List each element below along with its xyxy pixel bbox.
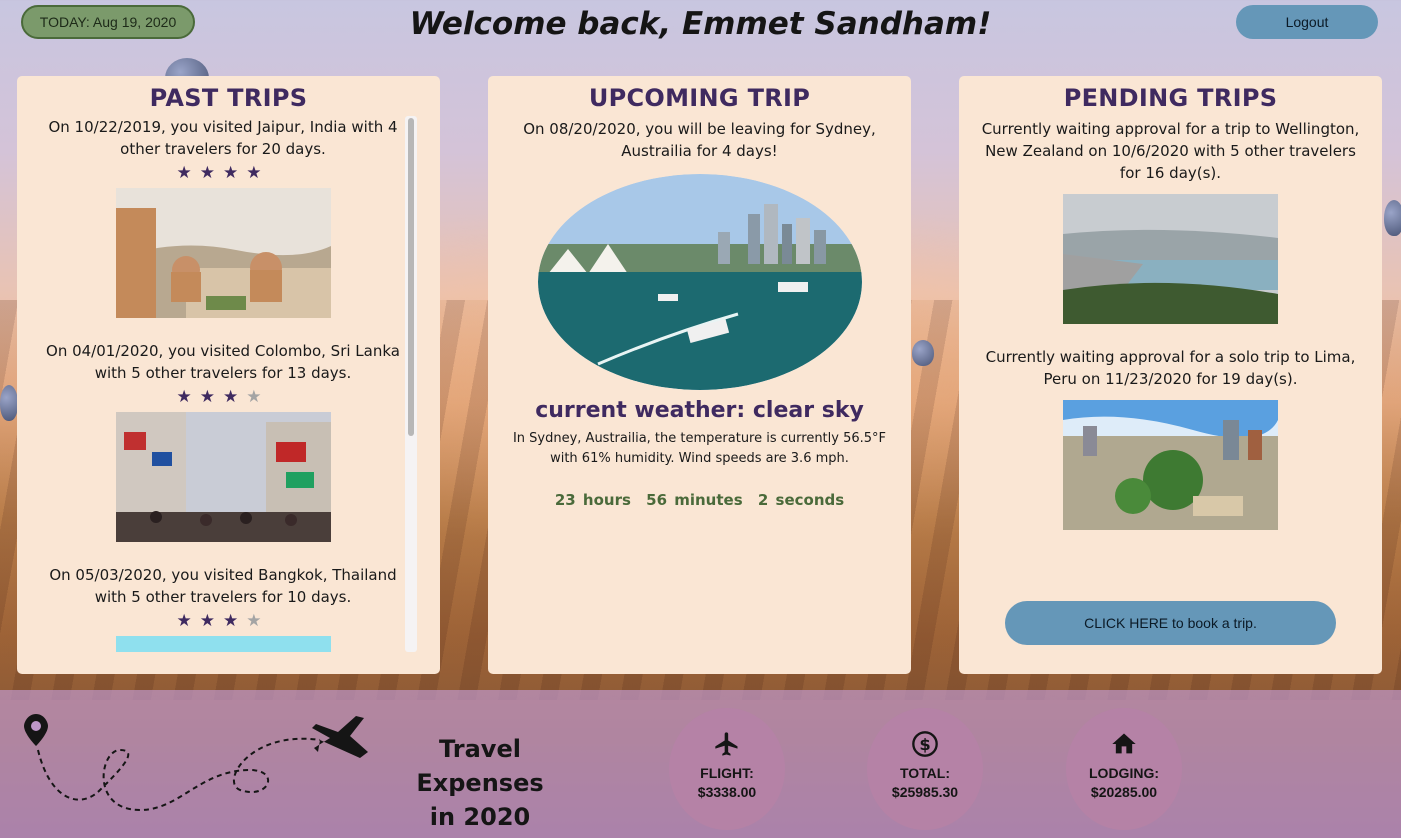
past-trips-list[interactable]: On 10/22/2019, you visited Jaipur, India… [29, 116, 417, 652]
past-trip-text: On 05/03/2020, you visited Bangkok, Thai… [49, 566, 397, 606]
expenses-title: Travel Expenses in 2020 [380, 732, 580, 834]
weather-description: In Sydney, Austrailia, the temperature i… [512, 431, 887, 466]
expenses-title-line2: in 2020 [429, 803, 531, 831]
past-trip-text: On 10/22/2019, you visited Jaipur, India… [48, 118, 398, 158]
balloon-decoration [1384, 200, 1401, 236]
past-trips-scrollbar[interactable] [405, 116, 417, 652]
flight-path-icon [24, 714, 368, 812]
pending-trips-title: PENDING TRIPS [1063, 84, 1278, 112]
upcoming-trip-text: On 08/20/2020, you will be leaving for S… [523, 120, 876, 160]
past-trip-item: On 10/22/2019, you visited Jaipur, India… [29, 116, 417, 318]
welcome-heading: Welcome back, Emmet Sandham! [409, 6, 992, 42]
wellington-photo [1063, 194, 1278, 324]
lodging-expense-stat: LODGING: $20285.00 [1066, 708, 1182, 830]
pending-trip-text: Currently waiting approval for a trip to… [981, 120, 1360, 182]
svg-text:$: $ [919, 735, 930, 754]
countdown-hours: 23 hours [554, 491, 631, 509]
sydney-photo [537, 174, 862, 390]
upcoming-trip-panel: UPCOMING TRIP On 08/20/2020, you will be… [488, 76, 911, 674]
total-value: $25985.30 [891, 784, 959, 800]
airplane-icon [715, 732, 738, 756]
scrollbar-thumb[interactable] [408, 118, 414, 436]
past-trip-text: On 04/01/2020, you visited Colombo, Sri … [46, 342, 400, 382]
logout-button[interactable]: Logout [1236, 5, 1378, 39]
expenses-title-line1: Travel Expenses [416, 735, 544, 797]
past-trips-panel: PAST TRIPS On 10/22/2019, you visited Ja… [17, 76, 440, 674]
expenses-footer: Travel Expenses in 2020 FLIGHT: $3338.00… [0, 690, 1401, 838]
total-label: TOTAL: [899, 765, 951, 781]
balloon-decoration [0, 385, 18, 421]
countdown-seconds: 2 seconds [757, 491, 845, 509]
trip-rating: ★★★★ [176, 611, 270, 631]
total-expense-stat: $ TOTAL: $25985.30 [867, 708, 983, 830]
trip-rating: ★★★★ [176, 387, 270, 407]
past-trip-item: On 05/03/2020, you visited Bangkok, Thai… [29, 564, 417, 652]
flight-value: $3338.00 [697, 784, 757, 800]
book-trip-button[interactable]: CLICK HERE to book a trip. [1005, 601, 1336, 645]
flight-expense-stat: FLIGHT: $3338.00 [669, 708, 785, 830]
flight-label: FLIGHT: [700, 765, 754, 781]
pending-trips-panel: PENDING TRIPS Currently waiting approval… [959, 76, 1382, 674]
trip-rating: ★★★★ [176, 163, 270, 183]
colombo-photo [115, 412, 331, 542]
lodging-label: LODGING: [1089, 765, 1159, 781]
jaipur-photo [115, 188, 331, 318]
countdown-minutes: 56 minutes [646, 491, 743, 509]
balloon-decoration [912, 340, 934, 366]
lima-photo [1063, 400, 1278, 530]
house-icon [1112, 733, 1136, 754]
bangkok-photo [115, 636, 331, 652]
pending-trip-text: Currently waiting approval for a solo tr… [985, 348, 1356, 388]
past-trips-title: PAST TRIPS [149, 84, 308, 112]
past-trip-item: On 04/01/2020, you visited Colombo, Sri … [29, 340, 417, 542]
upcoming-trip-title: UPCOMING TRIP [588, 84, 811, 112]
weather-heading: current weather: clear sky [535, 398, 864, 423]
dollar-circle-icon: $ [912, 731, 938, 757]
trip-countdown: 23 hours 56 minutes 2 seconds [488, 491, 911, 509]
lodging-value: $20285.00 [1090, 784, 1158, 800]
